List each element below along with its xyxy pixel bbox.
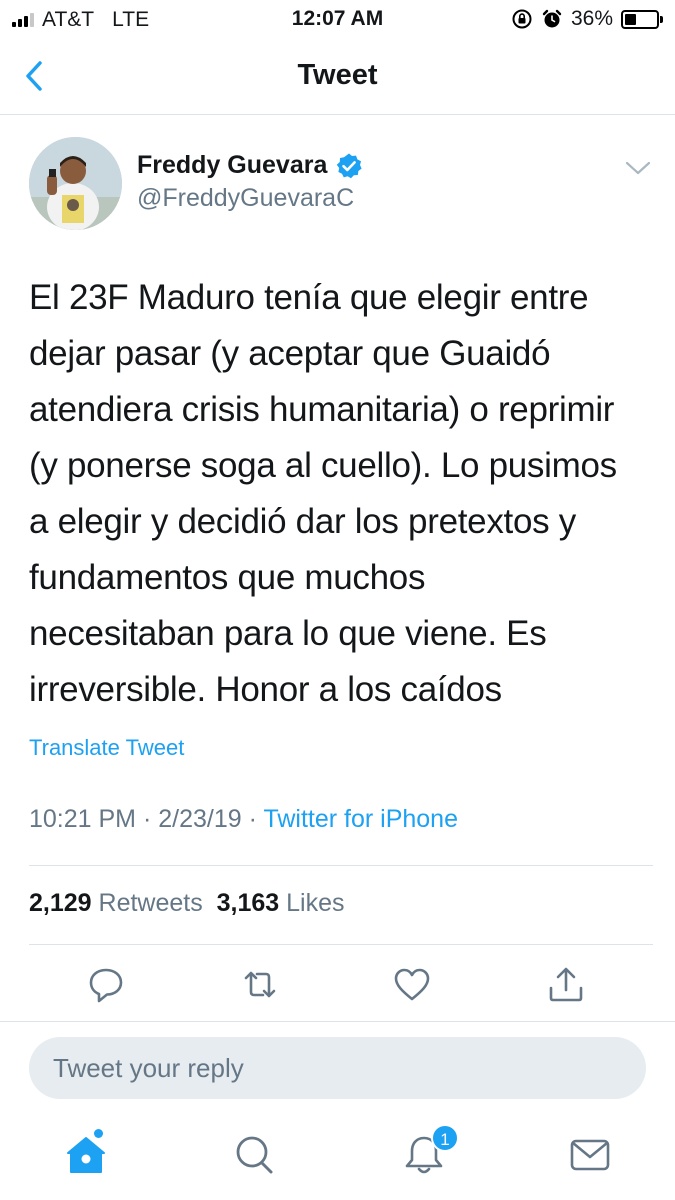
home-icon[interactable] bbox=[64, 1133, 108, 1177]
tweet-text: El 23F Maduro tenía que elegir entre dej… bbox=[29, 270, 659, 718]
tweet-line: El 23F Maduro tenía que elegir entre bbox=[29, 278, 589, 317]
likes-count: 3,163 bbox=[216, 889, 280, 917]
chevron-down-icon[interactable] bbox=[624, 158, 652, 178]
tweet-line: fundamentos que muchos bbox=[29, 558, 426, 597]
battery-percent: 36% bbox=[570, 7, 613, 30]
divider bbox=[29, 865, 653, 866]
page-title: Tweet bbox=[297, 59, 378, 91]
likes-label: Likes bbox=[286, 889, 345, 917]
messages-icon[interactable] bbox=[568, 1133, 612, 1177]
verified-badge-icon bbox=[337, 153, 362, 178]
divider bbox=[29, 944, 653, 945]
tweet-source-link[interactable]: Twitter for iPhone bbox=[263, 805, 458, 833]
tweet-line: necesitaban para lo que viene. Es bbox=[29, 614, 547, 653]
like-icon[interactable] bbox=[392, 964, 432, 1006]
tweet-time: 10:21 PM bbox=[29, 805, 137, 833]
retweets-label: Retweets bbox=[98, 889, 203, 917]
reply-icon[interactable] bbox=[86, 964, 126, 1006]
retweets-count: 2,129 bbox=[29, 889, 92, 917]
notification-badge: 1 bbox=[431, 1124, 459, 1152]
tweet-line: atendiera crisis humanitaria) o reprimir bbox=[29, 390, 615, 429]
tweet-line: irreversible. Honor a los caídos bbox=[29, 670, 502, 709]
battery-icon bbox=[621, 9, 663, 29]
tweet-meta: 10:21 PM · 2/23/19 · Twitter for iPhone bbox=[29, 805, 458, 834]
orientation-lock-icon bbox=[512, 9, 532, 29]
tweet-line: a elegir y decidió dar los pretextos y bbox=[29, 502, 576, 541]
reply-input[interactable]: Tweet your reply bbox=[29, 1037, 646, 1099]
tweet-line: (y ponerse soga al cuello). Lo pusimos bbox=[29, 446, 617, 485]
status-right: 36% bbox=[511, 7, 663, 31]
meta-separator: · bbox=[142, 805, 152, 833]
avatar[interactable] bbox=[29, 137, 122, 230]
author-name-row: Freddy Guevara bbox=[137, 151, 363, 180]
nav-bar: Tweet bbox=[0, 38, 675, 115]
share-icon[interactable] bbox=[546, 964, 586, 1006]
author-name[interactable]: Freddy Guevara bbox=[137, 151, 327, 180]
home-new-dot bbox=[94, 1129, 103, 1138]
alarm-icon bbox=[542, 9, 562, 28]
likes-stat[interactable]: 3,163 Likes bbox=[217, 889, 345, 917]
meta-separator: · bbox=[248, 805, 257, 833]
retweet-icon[interactable] bbox=[240, 964, 280, 1006]
tweet-line: dejar pasar (y aceptar que Guaidó bbox=[29, 334, 551, 373]
tweet-stats: 2,129 Retweets 3,163 Likes bbox=[29, 889, 345, 918]
status-bar: AT&T LTE 12:07 AM 36% bbox=[0, 0, 675, 38]
author-handle[interactable]: @FreddyGuevaraC bbox=[137, 184, 354, 213]
retweets-stat[interactable]: 2,129 Retweets bbox=[29, 889, 203, 917]
translate-tweet-link[interactable]: Translate Tweet bbox=[29, 735, 184, 761]
tweet-date: 2/23/19 bbox=[158, 805, 242, 833]
search-icon[interactable] bbox=[232, 1133, 276, 1177]
divider bbox=[0, 1021, 675, 1022]
